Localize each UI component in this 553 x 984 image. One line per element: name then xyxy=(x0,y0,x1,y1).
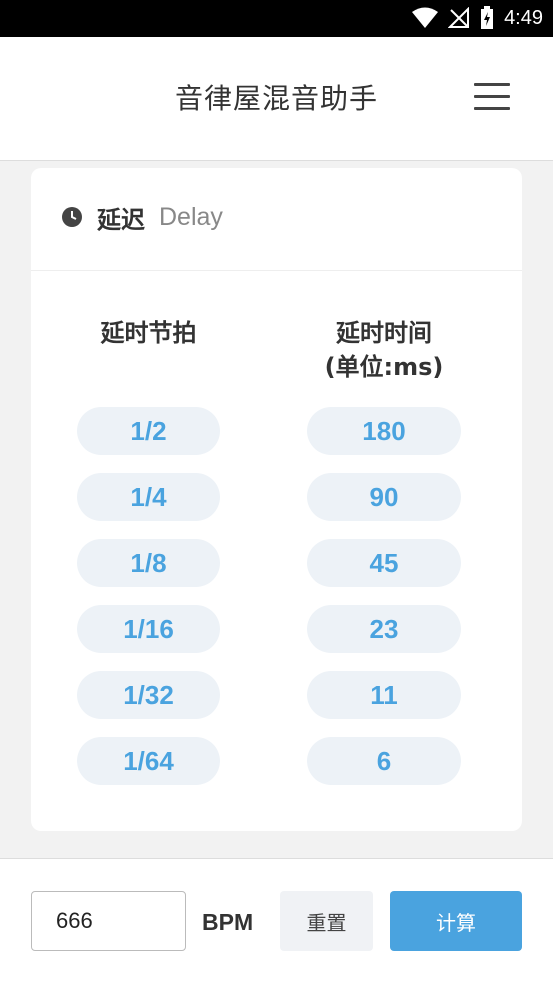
time-value[interactable]: 6 xyxy=(307,737,461,785)
clock-icon xyxy=(62,207,82,227)
time-column-header-line2: (单位:ms) xyxy=(324,353,444,381)
menu-icon[interactable] xyxy=(474,83,510,113)
reset-button[interactable]: 重置 xyxy=(280,891,373,951)
wifi-icon xyxy=(412,7,439,28)
beat-value[interactable]: 1/64 xyxy=(77,737,220,785)
delay-card: 延迟 Delay 延时节拍 延时时间 (单位:ms) 1/2 180 1/4 9… xyxy=(31,168,522,831)
status-bar: 4:49 xyxy=(0,0,553,37)
time-value[interactable]: 45 xyxy=(307,539,461,587)
bpm-label: BPM xyxy=(202,909,254,935)
time-value[interactable]: 90 xyxy=(307,473,461,521)
bpm-input[interactable] xyxy=(31,891,186,951)
beat-column-header: 延时节拍 xyxy=(71,316,226,350)
beat-value[interactable]: 1/32 xyxy=(77,671,220,719)
signal-icon xyxy=(448,7,470,28)
time-column-header-line1: 延时时间 xyxy=(336,319,432,347)
beat-column-header-text: 延时节拍 xyxy=(100,319,197,347)
beat-value[interactable]: 1/4 xyxy=(77,473,220,521)
app-bar: 音律屋混音助手 xyxy=(0,37,553,161)
card-subtitle: Delay xyxy=(159,203,223,231)
battery-charging-icon xyxy=(481,6,494,29)
time-value[interactable]: 11 xyxy=(307,671,461,719)
app-title: 音律屋混音助手 xyxy=(174,82,378,115)
beat-value[interactable]: 1/2 xyxy=(77,407,220,455)
time-value[interactable]: 23 xyxy=(307,605,461,653)
time-column-header: 延时时间 (单位:ms) xyxy=(301,316,467,384)
status-time: 4:49 xyxy=(504,6,543,29)
card-title: 延迟 xyxy=(97,206,145,234)
status-icons: 4:49 xyxy=(412,6,543,30)
beat-value[interactable]: 1/8 xyxy=(77,539,220,587)
beat-value[interactable]: 1/16 xyxy=(77,605,220,653)
card-header: 延迟 Delay xyxy=(31,168,522,271)
bottom-controls: BPM 重置 计算 xyxy=(0,858,553,984)
calculate-button[interactable]: 计算 xyxy=(390,891,522,951)
time-value[interactable]: 180 xyxy=(307,407,461,455)
